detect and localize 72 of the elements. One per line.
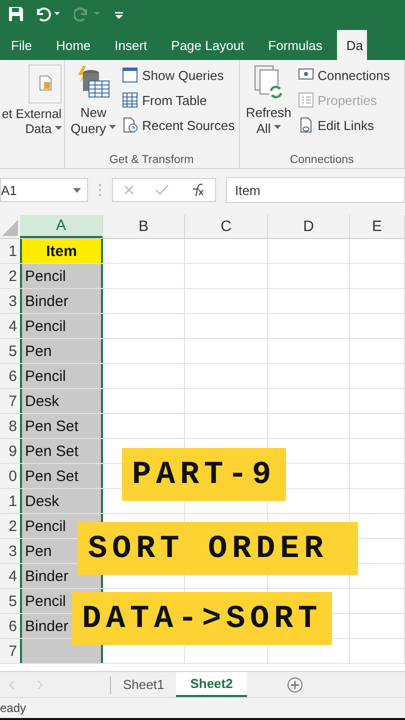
row-header[interactable]: 5 [0, 339, 20, 363]
row-header[interactable]: 8 [0, 414, 20, 438]
ribbon-tab[interactable]: Page Layout [162, 30, 254, 60]
refresh-all-button[interactable]: Refresh All [244, 64, 294, 154]
grip-icon [98, 183, 102, 197]
row-header[interactable]: 6 [0, 614, 20, 638]
row-header[interactable]: 1 [0, 239, 20, 263]
ribbon-tab[interactable]: File [2, 30, 41, 60]
table-cell: Pen [20, 339, 103, 363]
table-icon [122, 92, 138, 108]
table-cell: Binder [20, 289, 103, 313]
ribbon-command[interactable]: Edit Links [298, 117, 390, 133]
ribbon-tab[interactable]: Insert [106, 30, 156, 60]
name-box[interactable]: A1 [0, 178, 88, 202]
row-header[interactable]: 6 [0, 364, 20, 388]
caret-icon [54, 126, 62, 130]
caret-icon [109, 125, 116, 130]
row-header[interactable]: 9 [0, 439, 20, 463]
check-icon[interactable] [155, 184, 169, 196]
caption-label: DATA->SORT [72, 592, 332, 645]
column-header[interactable]: A [20, 215, 103, 238]
group-label: Connections [288, 154, 355, 166]
status-text: eady [0, 701, 26, 715]
new-query-button[interactable]: New Query [68, 64, 118, 154]
document-clock-icon [122, 117, 138, 133]
row-header[interactable]: 5 [0, 589, 20, 613]
ribbon-command[interactable]: Connections [298, 67, 390, 83]
header-cell: Item [20, 239, 103, 263]
list-icon [298, 92, 314, 108]
group-label: Get & Transform [108, 154, 195, 166]
row-header[interactable]: 3 [0, 539, 20, 563]
ribbon-command[interactable]: From Table [122, 92, 235, 108]
table-cell: Desk [20, 489, 103, 513]
row-header[interactable]: 4 [0, 564, 20, 588]
column-header[interactable]: D [268, 215, 350, 238]
row-header[interactable]: 7 [0, 389, 20, 413]
row-header[interactable]: 2 [0, 264, 20, 288]
table-cell: Desk [20, 389, 103, 413]
caption-label: SORT ORDER [78, 522, 358, 575]
select-all-icon [2, 220, 18, 236]
row-header[interactable]: 7 [0, 639, 20, 663]
row-header[interactable]: 0 [0, 464, 20, 488]
table-cell: Pencil [20, 314, 103, 338]
table-cell: Pencil [20, 264, 103, 288]
sheet-tab[interactable]: Sheet1 [111, 672, 176, 697]
column-header[interactable]: C [185, 215, 268, 238]
row-header[interactable]: 2 [0, 514, 20, 538]
table-cell: Pencil [20, 364, 103, 388]
row-header[interactable]: 3 [0, 289, 20, 313]
ribbon-tab[interactable]: Formulas [259, 30, 332, 60]
caret-icon [73, 188, 81, 192]
caret-icon [274, 125, 281, 130]
sheet-tab[interactable]: Sheet2 [176, 672, 247, 697]
ribbon-tab[interactable]: Da [337, 30, 367, 60]
row-header[interactable]: 1 [0, 489, 20, 513]
caption-label: PART-9 [122, 448, 286, 501]
column-header[interactable]: B [103, 215, 185, 238]
link-document-icon [298, 117, 314, 133]
table-cell: Pen Set [20, 464, 103, 488]
add-sheet-icon[interactable] [286, 676, 303, 692]
window-icon [122, 67, 138, 83]
get-external-data-button[interactable]: et External Data [2, 64, 62, 136]
table-cell: Pen Set [20, 414, 103, 438]
formula-field[interactable]: Item [226, 177, 405, 203]
ribbon-tab[interactable]: Home [46, 30, 100, 60]
save-icon[interactable] [8, 6, 24, 22]
ribbon-command[interactable]: Recent Sources [122, 117, 235, 133]
row-header[interactable]: 4 [0, 314, 20, 338]
column-header[interactable]: E [350, 215, 405, 238]
table-cell: Pen Set [20, 439, 103, 463]
refresh-icon [252, 64, 286, 102]
ribbon-command[interactable]: Show Queries [122, 67, 235, 83]
